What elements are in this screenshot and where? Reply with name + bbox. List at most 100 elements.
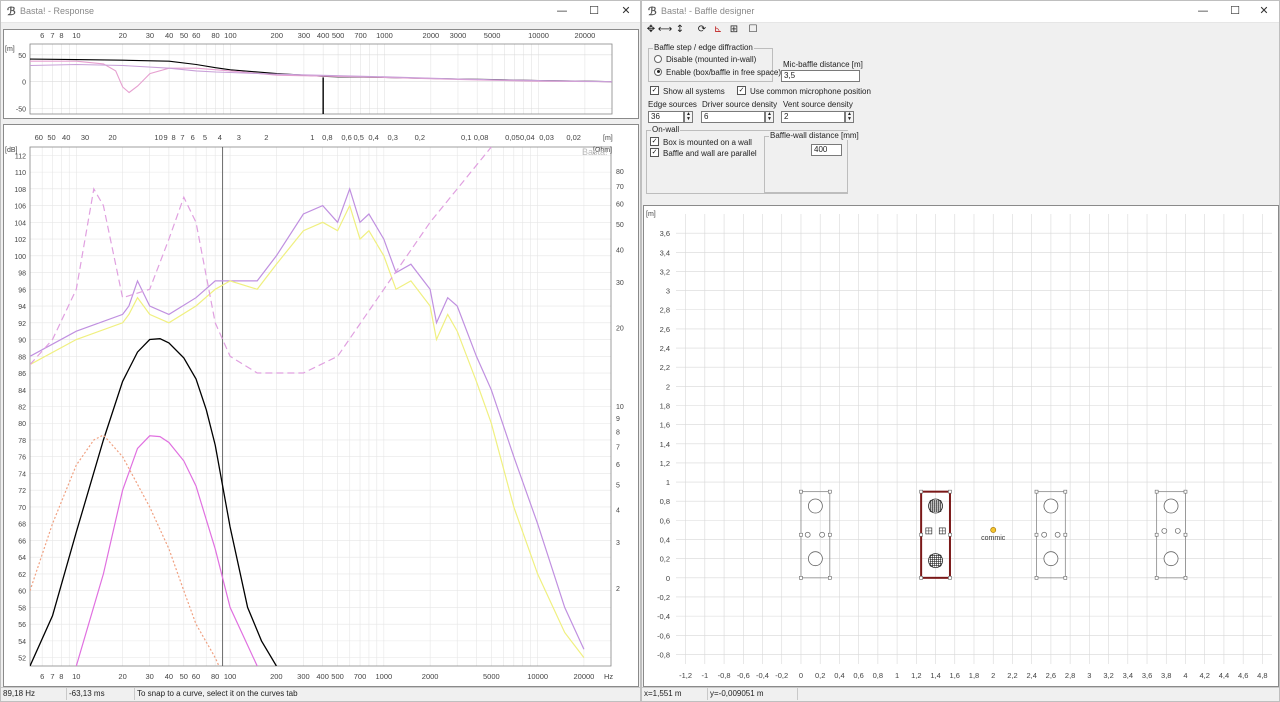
x-tick-label: 4,8	[1257, 671, 1267, 680]
edge-sources-spinner[interactable]: ▲ ▼	[684, 111, 693, 123]
vent-density-input[interactable]: 2	[781, 111, 845, 123]
checkbox-box[interactable]: ✓	[737, 86, 746, 96]
box-on-wall-checkbox[interactable]: ✓ Box is mounted on a wall	[650, 137, 752, 147]
ohm-tick-label: 50	[616, 222, 624, 229]
baffle-titlebar[interactable]: ℬ Basta! - Baffle designer — ☐ ✕	[642, 1, 1279, 23]
checkbox-box[interactable]: ✓	[650, 148, 659, 158]
mic-distance-label: Mic-baffle distance [m]	[783, 60, 863, 69]
zoom-horizontal-icon[interactable]: ⟷	[657, 23, 673, 37]
distance-tick-label: 20	[108, 133, 116, 142]
x-tick-label: 3,4	[1123, 671, 1133, 680]
ohm-tick-label: 9	[616, 416, 620, 423]
ohm-tick-label: 70	[616, 184, 624, 191]
baffle-wall-input[interactable]: 400	[811, 144, 842, 156]
freq-tick-label: 3000	[450, 31, 467, 40]
status-frequency: 89,18 Hz	[1, 688, 67, 700]
use-common-mic-checkbox[interactable]: ✓ Use common microphone position	[737, 86, 871, 96]
y-tick-label: 3,6	[660, 229, 670, 238]
grid-tool-icon[interactable]: ⊞	[726, 23, 742, 37]
close-button[interactable]: ✕	[1248, 1, 1279, 22]
distance-tick-label: 0,5	[353, 133, 363, 142]
overview-chart[interactable]: 500-506 7 8 10 20 30 40 50 60 80 100 200 300 400 500 70…	[4, 30, 638, 118]
baffle-handle	[1183, 576, 1188, 580]
distance-tick-label: 60	[35, 133, 43, 142]
edge-sources-input[interactable]: 36	[648, 111, 684, 123]
spin-down-icon[interactable]: ▼	[686, 116, 691, 122]
maximize-button[interactable]: ☐	[1219, 1, 1251, 22]
x-tick-label: 0,8	[873, 671, 883, 680]
x-tick-label: 3,6	[1142, 671, 1152, 680]
ohm-tick-label: 4	[616, 508, 620, 515]
response-window-title: Basta! - Response	[20, 6, 95, 16]
vent-circle	[1041, 531, 1048, 538]
overview-chart-panel[interactable]: 50 0 -50 6 7 8 10 20 30 40 50 60 80 100 200 300 400 500 70…	[3, 29, 639, 119]
db-tick-label: 96	[18, 287, 26, 294]
app-logo-icon: ℬ	[648, 5, 657, 18]
show-all-systems-checkbox[interactable]: ✓ Show all systems	[650, 86, 725, 96]
x-tick-label: -0,8	[718, 671, 731, 680]
spin-down-icon[interactable]: ▼	[847, 116, 852, 122]
zoom-vertical-icon[interactable]: ↕	[672, 23, 688, 37]
freq-tick-label: 100	[224, 672, 237, 681]
axis-unit-label: [m]	[5, 46, 15, 53]
x-tick-label: 4,2	[1199, 671, 1209, 680]
minimize-button[interactable]: —	[546, 1, 578, 22]
response-series-line	[30, 338, 277, 666]
radio-disable-circle[interactable]	[654, 54, 662, 63]
vent-circle	[804, 531, 811, 538]
baffle-handle	[1154, 576, 1159, 580]
y-tick-label: -0,4	[657, 612, 670, 621]
baffle-chart[interactable]: -1,2 -1 -0,8 -0,6 -0,4 -0,2 0 0,2 0,4 0,6 0,8 1 1,2 1…	[644, 206, 1278, 686]
baffle-window-title: Basta! - Baffle designer	[661, 6, 755, 16]
checkbox-box[interactable]: ✓	[650, 137, 659, 147]
db-tick-label: 56	[18, 622, 26, 629]
driver-circle	[1163, 551, 1179, 567]
axis-tool-icon[interactable]: ⊾	[710, 23, 726, 37]
rotate-tool-icon[interactable]: ⟳	[694, 23, 710, 37]
db-tick-label: 108	[14, 187, 26, 194]
minimize-button[interactable]: —	[1187, 1, 1219, 22]
baffle-chart-panel[interactable]: -1,2 -1 -0,8 -0,6 -0,4 -0,2 0 0,2 0,4 0,6 0,8 1 1,2 1…	[643, 205, 1279, 687]
freq-tick-label: 700	[354, 672, 367, 681]
response-series-line	[30, 147, 492, 374]
response-chart-panel[interactable]: 112 110 108 106 104 102 100 98 96 94 92 90 88 86 84 82 8…	[3, 124, 639, 687]
response-chart[interactable]: 1121101081061041021009896949290888684828…	[4, 125, 638, 686]
freq-tick-label: 8	[59, 31, 63, 40]
db-tick-label: 90	[18, 338, 26, 345]
distance-tick-label: 0,1	[461, 133, 471, 142]
spin-down-icon[interactable]: ▼	[767, 116, 772, 122]
use-common-mic-label: Use common microphone position	[750, 87, 871, 96]
x-tick-label: 1,2	[911, 671, 921, 680]
overview-series-line	[29, 63, 613, 83]
onwall-group-label: On-wall	[651, 125, 681, 134]
radio-enable-circle[interactable]	[654, 67, 662, 76]
close-button[interactable]: ✕	[610, 1, 640, 22]
x-tick-label: 1	[895, 671, 899, 680]
vent-density-label: Vent source density	[783, 100, 853, 109]
baffle-parallel-checkbox[interactable]: ✓ Baffle and wall are parallel	[650, 148, 757, 158]
driver-circle	[1163, 498, 1179, 514]
freq-tick-label: 1000	[376, 672, 393, 681]
maximize-button[interactable]: ☐	[578, 1, 610, 22]
frame-tool-icon[interactable]: ☐	[745, 23, 761, 37]
radio-disable[interactable]: Disable (mounted in-wall)	[654, 54, 756, 64]
driver-density-input[interactable]: 6	[701, 111, 765, 123]
freq-tick-label: 700	[354, 31, 367, 40]
x-tick-label: -1	[702, 671, 709, 680]
distance-tick-label: 3	[237, 133, 241, 142]
mic-distance-input[interactable]: 3,5	[781, 70, 860, 82]
checkbox-box[interactable]: ✓	[650, 86, 659, 96]
y-tick-label: -0,2	[657, 593, 670, 602]
driver-circle	[807, 498, 823, 514]
driver-density-spinner[interactable]: ▲ ▼	[765, 111, 774, 123]
db-tick-label: 70	[18, 505, 26, 512]
baffle-handle	[919, 489, 923, 494]
distance-tick-label: 4	[218, 133, 222, 142]
baffle-handle	[1183, 489, 1188, 494]
ohm-tick-label: 60	[616, 202, 624, 209]
radio-enable[interactable]: Enable (box/baffle in free space)	[654, 67, 781, 77]
vent-density-spinner[interactable]: ▲ ▼	[845, 111, 854, 123]
freq-tick-label: 40	[165, 672, 173, 681]
response-titlebar[interactable]: ℬ Basta! - Response — ☐ ✕	[1, 1, 640, 23]
db-tick-label: 54	[18, 639, 26, 646]
